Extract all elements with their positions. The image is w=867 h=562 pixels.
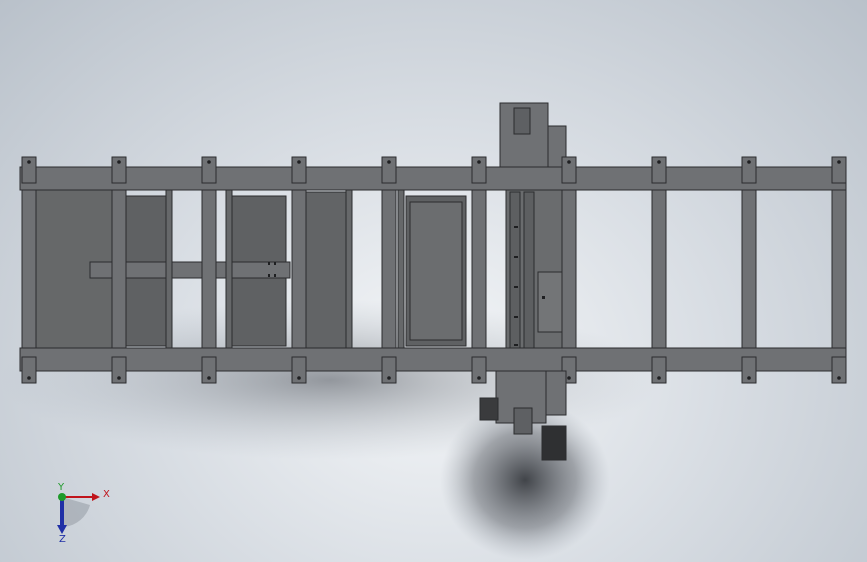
cross-member-8 — [651, 187, 667, 353]
carriage-rail-1 — [509, 191, 521, 349]
thin-member-3 — [345, 189, 353, 351]
bottom-rail — [19, 347, 847, 372]
cross-member-10 — [831, 187, 847, 353]
cross-member-3 — [201, 187, 217, 353]
thin-member-2 — [225, 189, 233, 351]
motor-unit — [479, 397, 499, 421]
cross-member-9 — [741, 187, 757, 353]
z-axis-arrowhead — [57, 525, 67, 534]
cross-member-5 — [381, 187, 397, 353]
cross-member-4 — [291, 187, 307, 353]
triad-shadow-arc — [62, 497, 90, 527]
y-axis-label: Y — [57, 482, 65, 493]
lower-housing-step — [545, 370, 567, 416]
x-axis-arrowhead — [92, 493, 100, 501]
coordinate-triad: X Y Z — [57, 482, 110, 545]
cross-member-1 — [21, 187, 37, 353]
x-axis-label: X — [103, 489, 110, 500]
upper-housing-cap — [513, 107, 531, 135]
thin-member-1 — [165, 189, 173, 351]
z-axis-label: Z — [59, 534, 66, 545]
cross-member-2 — [111, 187, 127, 353]
y-axis-dot — [58, 493, 66, 501]
cad-viewport[interactable]: X Y Z — [0, 0, 867, 562]
bay-panel-inner-5 — [409, 201, 463, 341]
lower-housing-cap — [513, 407, 533, 435]
cross-member-7 — [561, 187, 577, 353]
cross-member-6 — [471, 187, 487, 353]
top-rail — [19, 166, 847, 191]
cable-chain — [541, 425, 567, 461]
carriage-rail-2 — [523, 191, 535, 349]
bay-panel-4 — [305, 191, 347, 349]
carriage-plate — [537, 271, 563, 333]
thin-member-4 — [397, 189, 405, 351]
